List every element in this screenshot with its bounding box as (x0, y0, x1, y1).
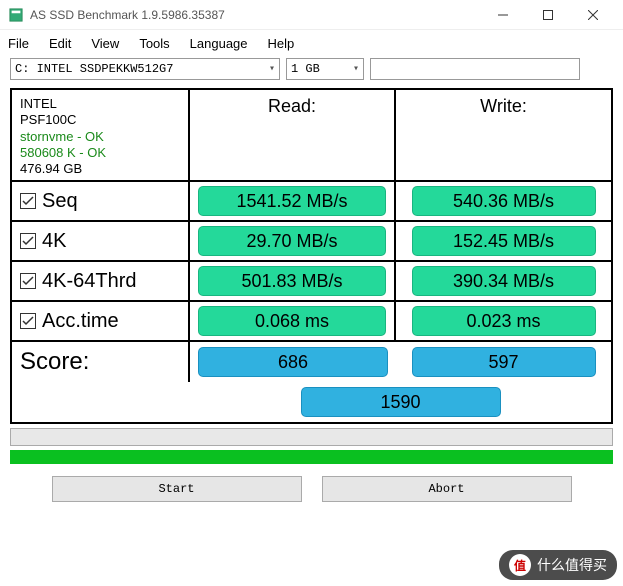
4k-write-value: 152.45 MB/s (412, 226, 596, 256)
menu-edit[interactable]: Edit (49, 36, 71, 51)
acc-read-value: 0.068 ms (198, 306, 386, 336)
start-button[interactable]: Start (52, 476, 302, 502)
seq-write-value: 540.36 MB/s (412, 186, 596, 216)
row-acc: Acc.time 0.068 ms 0.023 ms (12, 300, 611, 340)
seq-read-value: 1541.52 MB/s (198, 186, 386, 216)
close-button[interactable] (570, 0, 615, 30)
driver-status: stornvme - OK (20, 129, 180, 145)
checkbox-4k64[interactable] (20, 273, 36, 289)
score-total-value: 1590 (301, 387, 501, 417)
menu-help[interactable]: Help (268, 36, 295, 51)
header-row: INTEL PSF100C stornvme - OK 580608 K - O… (12, 90, 611, 180)
menu-file[interactable]: File (8, 36, 29, 51)
model-label: PSF100C (20, 112, 180, 128)
progress-bar-outer (10, 428, 613, 446)
menubar: File Edit View Tools Language Help (0, 30, 623, 56)
score-read-value: 686 (198, 347, 388, 377)
read-header: Read: (268, 96, 316, 117)
size-dropdown[interactable]: 1 GB ▾ (286, 58, 364, 80)
watermark-text: 什么值得买 (537, 555, 607, 575)
minimize-button[interactable] (480, 0, 525, 30)
checkbox-4k[interactable] (20, 233, 36, 249)
row-4k64: 4K-64Thrd 501.83 MB/s 390.34 MB/s (12, 260, 611, 300)
window-title: AS SSD Benchmark 1.9.5986.35387 (30, 8, 480, 22)
row-seq: Seq 1541.52 MB/s 540.36 MB/s (12, 180, 611, 220)
watermark: 值 什么值得买 (499, 550, 617, 580)
app-icon (8, 7, 24, 23)
button-bar: Start Abort (0, 466, 623, 512)
checkbox-acc[interactable] (20, 313, 36, 329)
toolbar: C: INTEL SSDPEKKW512G7 ▾ 1 GB ▾ (0, 56, 623, 82)
write-header-cell: Write: (396, 90, 611, 180)
label-4k: 4K (42, 230, 66, 253)
read-header-cell: Read: (190, 90, 396, 180)
menu-view[interactable]: View (91, 36, 119, 51)
results-table: INTEL PSF100C stornvme - OK 580608 K - O… (10, 88, 613, 424)
abort-button[interactable]: Abort (322, 476, 572, 502)
4k-read-value: 29.70 MB/s (198, 226, 386, 256)
device-info-cell: INTEL PSF100C stornvme - OK 580608 K - O… (12, 90, 190, 180)
titlebar: AS SSD Benchmark 1.9.5986.35387 (0, 0, 623, 30)
chevron-down-icon: ▾ (269, 63, 275, 75)
menu-language[interactable]: Language (190, 36, 248, 51)
row-score: Score: 686 597 (12, 340, 611, 382)
watermark-badge: 值 (509, 554, 531, 576)
text-input[interactable] (370, 58, 580, 80)
score-label: Score: (12, 342, 190, 382)
progress-bar-complete (10, 450, 613, 464)
label-acc: Acc.time (42, 310, 119, 333)
capacity-label: 476.94 GB (20, 161, 180, 177)
4k64-write-value: 390.34 MB/s (412, 266, 596, 296)
row-total: 1590 (12, 382, 611, 422)
menu-tools[interactable]: Tools (139, 36, 169, 51)
device-dropdown-value: C: INTEL SSDPEKKW512G7 (15, 62, 173, 76)
chevron-down-icon: ▾ (353, 63, 359, 75)
label-4k64: 4K-64Thrd (42, 270, 137, 293)
row-4k: 4K 29.70 MB/s 152.45 MB/s (12, 220, 611, 260)
alignment-status: 580608 K - OK (20, 145, 180, 161)
maximize-button[interactable] (525, 0, 570, 30)
acc-write-value: 0.023 ms (412, 306, 596, 336)
vendor-label: INTEL (20, 96, 180, 112)
checkbox-seq[interactable] (20, 193, 36, 209)
score-write-value: 597 (412, 347, 596, 377)
4k64-read-value: 501.83 MB/s (198, 266, 386, 296)
device-dropdown[interactable]: C: INTEL SSDPEKKW512G7 ▾ (10, 58, 280, 80)
size-dropdown-value: 1 GB (291, 62, 320, 76)
write-header: Write: (480, 96, 527, 117)
label-seq: Seq (42, 190, 78, 213)
